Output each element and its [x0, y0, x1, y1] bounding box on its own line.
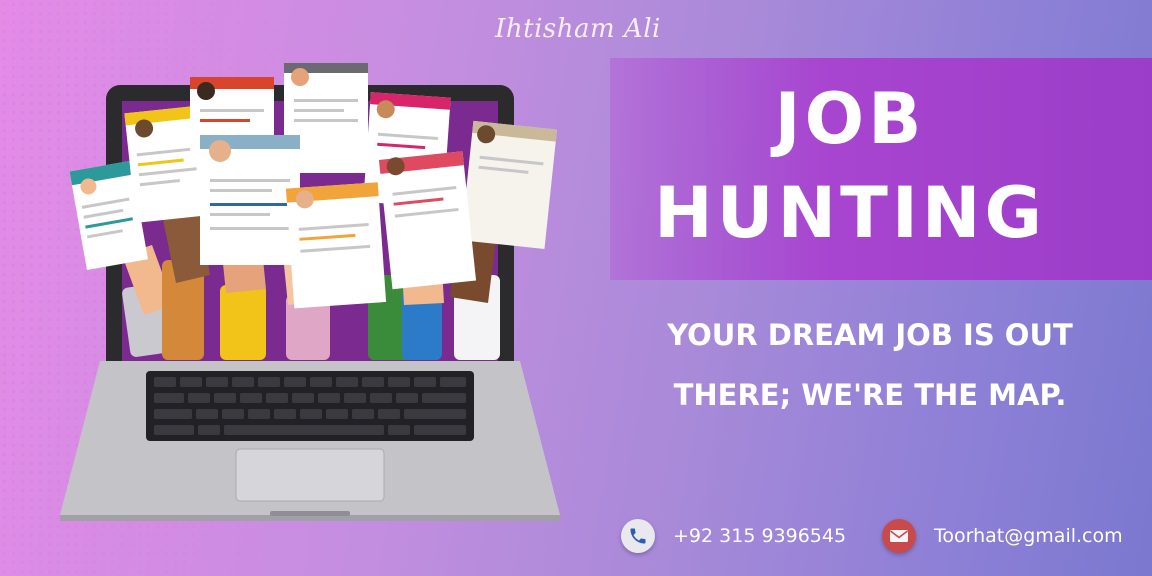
tagline-line-2: THERE; WE'RE THE MAP. [673, 378, 1067, 412]
brand-signature: Ihtisham Ali [495, 14, 661, 44]
headline-line-1: JOB [774, 78, 926, 160]
phone-number[interactable]: +92 315 9396545 [673, 525, 846, 547]
laptop-base [60, 361, 560, 521]
phone-icon [621, 519, 655, 553]
tagline-line-1: YOUR DREAM JOB IS OUT [667, 318, 1073, 352]
job-hunting-illustration [60, 63, 560, 521]
phone-contact[interactable]: +92 315 9396545 [621, 518, 846, 554]
mail-icon [882, 519, 916, 553]
email-address[interactable]: Toorhat@gmail.com [934, 525, 1123, 547]
email-contact[interactable]: Toorhat@gmail.com [882, 518, 1123, 554]
headline-line-2: HUNTING [654, 172, 1046, 254]
